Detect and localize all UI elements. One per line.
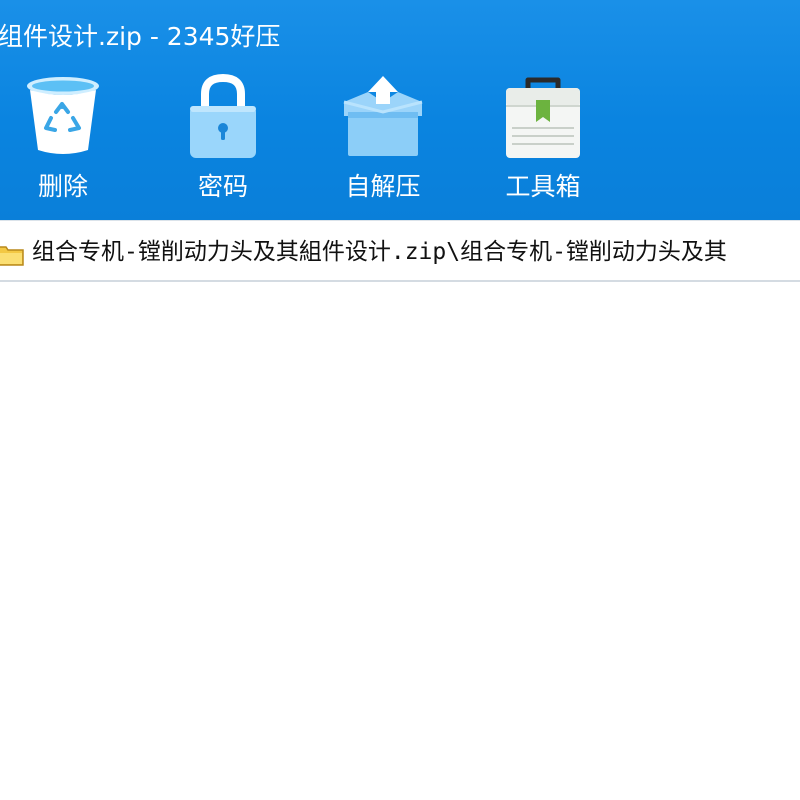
delete-button[interactable]: 删除 (8, 72, 118, 212)
window-title: 组件设计.zip - 2345好压 (0, 22, 281, 51)
toolbox-button[interactable]: 工具箱 (488, 72, 598, 212)
password-label: 密码 (197, 172, 248, 201)
folder-icon (0, 246, 24, 266)
address-path[interactable]: 组合专机-镗削动力头及其組件设计.zip\组合专机-镗削动力头及其 (32, 235, 727, 269)
title-toolbar-area: 组件设计.zip - 2345好压 删除 密码 自解压 工具箱 (0, 0, 800, 220)
address-bar[interactable]: 组合专机-镗削动力头及其組件设计.zip\组合专机-镗削动力头及其 (0, 220, 800, 282)
password-button[interactable]: 密码 (168, 72, 278, 212)
self-extract-button[interactable]: 自解压 (328, 72, 438, 212)
open-box-icon (343, 76, 423, 156)
self-extract-label: 自解压 (345, 172, 421, 201)
padlock-icon (190, 73, 256, 158)
toolbox-icon (506, 77, 580, 158)
delete-label: 删除 (37, 172, 88, 201)
recycle-bin-icon (27, 77, 99, 154)
file-list-area[interactable] (0, 284, 800, 800)
toolbox-label: 工具箱 (505, 172, 581, 201)
